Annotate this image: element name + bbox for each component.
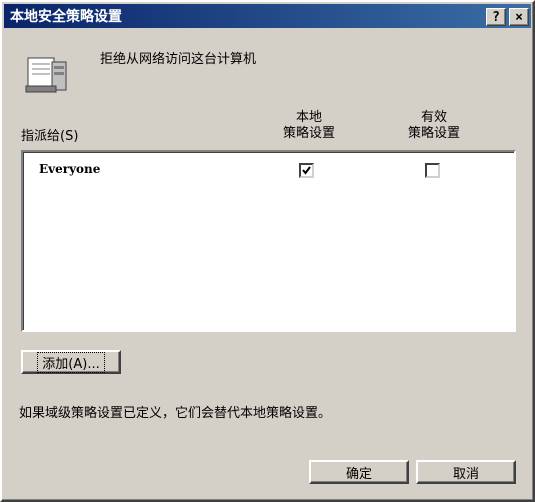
title-bar[interactable]: 本地安全策略设置 ? × (4, 4, 531, 28)
column-header-local-line1: 本地 (295, 110, 322, 125)
local-policy-checkbox[interactable] (299, 163, 314, 178)
add-button-label: 添加(A)... (37, 351, 105, 373)
check-mark-icon (302, 166, 311, 175)
help-button[interactable]: ? (486, 8, 506, 26)
list-item-name: Everyone (39, 162, 101, 176)
policy-footnote: 如果域级策略设置已定义，它们会替代本地策略设置。 (19, 406, 332, 421)
effective-policy-checkbox (425, 163, 440, 178)
dialog-window: 本地安全策略设置 ? × 拒绝从网络访问这台计算机 本地 策略设置 有效 策略设… (0, 0, 535, 502)
column-header-effective-line1: 有效 (420, 110, 447, 125)
column-header-local-policy: 本地 策略设置 (278, 110, 340, 142)
column-header-local-line2: 策略设置 (282, 126, 335, 141)
policy-name: 拒绝从网络访问这台计算机 (100, 52, 257, 67)
column-header-effective-line2: 策略设置 (407, 126, 460, 141)
close-button[interactable]: × (509, 8, 529, 26)
column-header-effective-policy: 有效 策略设置 (403, 110, 465, 142)
column-header-assigned-to: 指派给(S) (21, 129, 79, 144)
list-item[interactable]: Everyone (23, 160, 514, 180)
add-button[interactable]: 添加(A)... (21, 350, 121, 374)
cancel-button[interactable]: 取消 (416, 460, 516, 484)
ok-button[interactable]: 确定 (309, 460, 409, 484)
assigned-users-list[interactable]: Everyone (21, 150, 516, 332)
policy-server-icon (25, 57, 67, 93)
window-title: 本地安全策略设置 (10, 9, 122, 25)
